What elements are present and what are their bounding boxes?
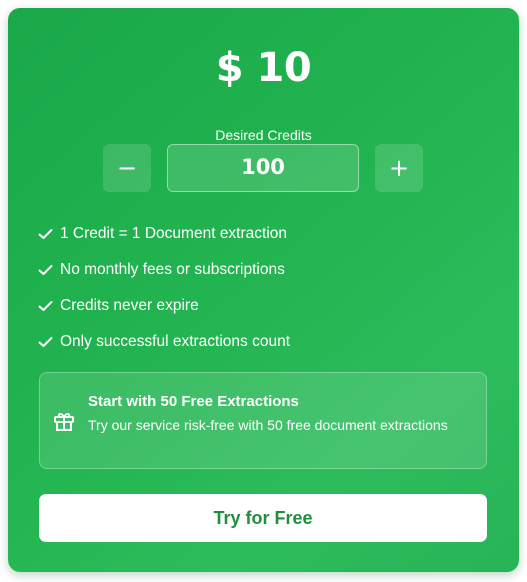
- feature-list: 1 Credit = 1 Document extraction No mont…: [38, 216, 498, 360]
- feature-item: No monthly fees or subscriptions: [38, 252, 498, 288]
- feature-text: No monthly fees or subscriptions: [60, 261, 285, 278]
- feature-text: 1 Credit = 1 Document extraction: [60, 225, 288, 242]
- credits-input[interactable]: 100: [167, 144, 359, 192]
- promo-description: Try our service risk-free with 50 free d…: [88, 417, 448, 433]
- check-icon: [38, 301, 53, 311]
- feature-text: Credits never expire: [60, 297, 199, 314]
- feature-item: 1 Credit = 1 Document extraction: [38, 216, 498, 252]
- pricing-card: $ 10 Desired Credits − 100 + 1 Credit = …: [8, 8, 519, 572]
- feature-item: Only successful extractions count: [38, 324, 498, 360]
- try-for-free-button[interactable]: Try for Free: [39, 494, 487, 542]
- feature-item: Credits never expire: [38, 288, 498, 324]
- gift-icon: [54, 412, 74, 431]
- price-amount: $ 10: [215, 45, 312, 91]
- check-icon: [38, 265, 53, 275]
- feature-text: Only successful extractions count: [60, 333, 291, 350]
- increment-button[interactable]: +: [375, 144, 423, 192]
- check-icon: [38, 337, 53, 347]
- check-icon: [38, 229, 53, 239]
- free-trial-banner: Start with 50 Free Extractions Try our s…: [39, 372, 487, 469]
- credits-label: Desired Credits: [215, 127, 312, 143]
- decrement-button[interactable]: −: [103, 144, 151, 192]
- promo-title: Start with 50 Free Extractions: [88, 393, 299, 410]
